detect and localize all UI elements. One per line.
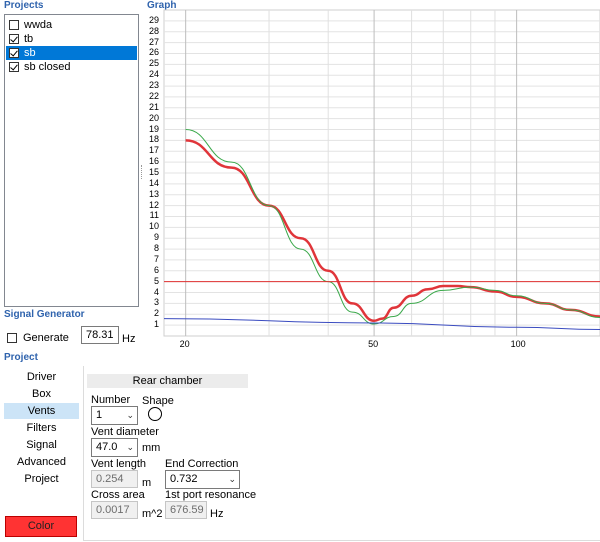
port-resonance-label: 1st port resonance: [165, 489, 257, 501]
chevron-down-icon: ⌄: [126, 442, 134, 452]
number-select[interactable]: 1 ⌄: [91, 406, 138, 425]
y-tick-label: 16: [148, 156, 159, 167]
nav-signal[interactable]: Signal: [4, 437, 79, 453]
project-label: sb closed: [24, 61, 71, 73]
chevron-down-icon: ⌄: [228, 474, 236, 484]
frequency-input[interactable]: 78.31: [81, 326, 119, 344]
y-tick-label: 24: [148, 69, 159, 80]
y-tick-label: 25: [148, 58, 159, 69]
y-tick-label: 6: [153, 264, 159, 275]
end-correction-label: End Correction: [165, 458, 239, 470]
project-label: tb: [24, 33, 34, 45]
vent-diameter-unit: mm: [142, 442, 161, 454]
number-label: Number: [91, 394, 131, 406]
number-value: 1: [96, 409, 103, 421]
project-title: Project: [4, 352, 38, 363]
y-tick-label: 18: [148, 134, 159, 145]
y-tick-label: 21: [148, 101, 159, 112]
end-correction-select[interactable]: 0.732 ⌄: [165, 470, 240, 489]
y-tick-label: 19: [148, 123, 159, 134]
y-tick-label: 15: [148, 167, 159, 177]
y-tick-label: 20: [148, 112, 159, 123]
y-tick-label: 3: [153, 297, 159, 308]
vent-length-unit: m: [142, 477, 152, 489]
nav-project[interactable]: Project: [4, 471, 79, 487]
y-tick-label: 5: [153, 275, 159, 286]
vent-diameter-label: Vent diameter: [91, 426, 159, 438]
project-checkbox[interactable]: [9, 20, 19, 30]
nav-box[interactable]: Box: [4, 386, 79, 402]
project-label: wwda: [24, 19, 53, 31]
project-item-sb-closed[interactable]: sb closed: [6, 60, 137, 74]
cross-area-unit: m^2: [142, 508, 163, 520]
end-correction-value: 0.732: [170, 473, 198, 485]
divider: [83, 366, 84, 541]
signal-generator-title: Signal Generator: [4, 309, 85, 320]
vent-diameter-value: 47.0: [96, 441, 118, 453]
y-tick-label: 8: [153, 243, 159, 254]
frequency-response-graph[interactable]: [140, 0, 600, 350]
y-tick-label: 23: [148, 80, 159, 91]
grid: [163, 9, 600, 337]
circle-shape-icon[interactable]: [148, 407, 162, 421]
y-tick-label: 9: [153, 232, 159, 243]
nav-advanced[interactable]: Advanced: [4, 454, 79, 470]
y-tick-label: 28: [148, 25, 159, 36]
y-tick-label: 26: [148, 47, 159, 58]
nav-filters[interactable]: Filters: [4, 420, 79, 436]
shape-label: Shape: [142, 395, 174, 407]
y-tick-label: 17: [148, 145, 159, 156]
y-tick-label: 10: [148, 221, 159, 232]
projects-title: Projects: [4, 0, 44, 11]
divider: [83, 540, 600, 541]
y-tick-label: 4: [153, 286, 159, 297]
project-checkbox[interactable]: [9, 48, 19, 58]
project-label: sb: [24, 47, 36, 59]
y-tick-label: 11: [149, 210, 159, 221]
vent-diameter-select[interactable]: 47.0 ⌄: [91, 438, 138, 457]
y-tick-label: 1: [153, 319, 159, 330]
y-tick-label: 14: [148, 177, 159, 188]
cross-area-field[interactable]: 0.0017: [91, 501, 138, 519]
project-item-sb[interactable]: sb: [6, 46, 137, 60]
vent-length-field[interactable]: 0.254: [91, 470, 138, 488]
x-tick-label: 50: [368, 339, 379, 349]
projects-list[interactable]: wwda tb sb sb closed: [4, 14, 139, 307]
chevron-down-icon: ⌄: [126, 410, 134, 420]
nav-driver[interactable]: Driver: [4, 369, 79, 385]
x-tick-label: 20: [179, 339, 190, 349]
project-item-wwda[interactable]: wwda: [6, 18, 137, 32]
port-resonance-unit: Hz: [210, 508, 224, 520]
frequency-unit: Hz: [122, 333, 136, 345]
y-tick-label: 13: [148, 188, 159, 199]
cross-area-label: Cross area: [91, 489, 145, 501]
project-checkbox[interactable]: [9, 34, 19, 44]
project-item-tb[interactable]: tb: [6, 32, 137, 46]
nav-vents[interactable]: Vents: [4, 403, 79, 419]
generate-checkbox[interactable]: [7, 333, 17, 343]
y-tick-label: 7: [153, 253, 159, 264]
y-tick-label: 2: [153, 308, 159, 319]
color-button[interactable]: Color: [5, 516, 77, 537]
y-tick-label: 22: [148, 90, 159, 101]
y-tick-label: 29: [148, 14, 159, 25]
vent-length-label: Vent length: [91, 458, 147, 470]
y-tick-label: 27: [148, 36, 159, 47]
rear-chamber-header: Rear chamber: [87, 374, 248, 388]
x-tick-label: 100: [510, 339, 526, 349]
port-resonance-field[interactable]: 676.59: [165, 501, 207, 519]
project-checkbox[interactable]: [9, 62, 19, 72]
generate-label: Generate: [23, 332, 69, 344]
y-tick-label: 12: [148, 199, 159, 210]
